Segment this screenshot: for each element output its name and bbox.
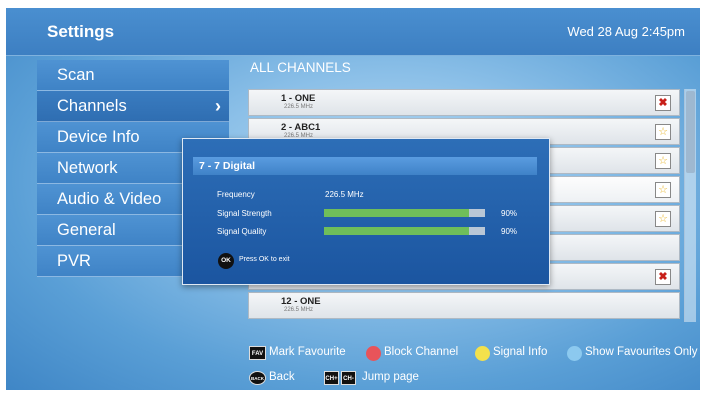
star-icon[interactable]: ☆ (655, 182, 671, 198)
date-time: Wed 28 Aug 2:45pm (567, 24, 685, 39)
sidebar-item-label: PVR (57, 252, 91, 270)
ok-button[interactable]: OK (218, 253, 234, 269)
block-channel-label: Block Channel (384, 346, 459, 358)
block-icon[interactable]: ✖ (655, 95, 671, 111)
back-label: Back (269, 371, 295, 383)
signal-strength-fill (324, 209, 469, 217)
ch-plus-key-icon: CH+ (324, 371, 339, 385)
blue-key-icon (567, 346, 582, 361)
red-key-icon (366, 346, 381, 361)
signal-strength-bar (324, 209, 485, 217)
page-title: Settings (47, 22, 115, 41)
star-icon[interactable]: ☆ (655, 211, 671, 227)
sidebar-item-label: Scan (57, 66, 95, 84)
star-icon[interactable]: ☆ (655, 124, 671, 140)
signal-strength-label: Signal Strength (217, 209, 272, 218)
signal-info-label: Signal Info (493, 346, 548, 358)
show-favourites-label: Show Favourites Only (585, 346, 698, 358)
chevron-right-icon: › (215, 96, 221, 116)
sidebar-item-channels[interactable]: Channels › (37, 91, 229, 122)
channel-frequency: 226.5 MHz (284, 307, 314, 313)
channel-row[interactable]: 1 - ONE 226.5 MHz ✖ (248, 89, 680, 116)
star-icon[interactable]: ☆ (655, 153, 671, 169)
dialog-title: 7 - 7 Digital (193, 157, 537, 175)
sidebar-item-scan[interactable]: Scan (37, 60, 229, 91)
signal-info-dialog: 7 - 7 Digital Frequency 226.5 MHz Signal… (182, 138, 550, 285)
frequency-value: 226.5 MHz (325, 190, 364, 199)
yellow-key-icon (475, 346, 490, 361)
signal-quality-bar (324, 227, 485, 235)
frequency-label: Frequency (217, 190, 255, 199)
sidebar-item-label: General (57, 221, 116, 239)
block-icon[interactable]: ✖ (655, 269, 671, 285)
sidebar-item-label: Audio & Video (57, 190, 162, 208)
back-key-icon: BACK (249, 371, 266, 385)
ok-hint: Press OK to exit (239, 256, 290, 263)
channel-frequency: 226.5 MHz (284, 104, 314, 110)
signal-strength-value: 90% (501, 209, 518, 218)
channel-name: 12 - ONE (281, 296, 321, 307)
signal-quality-label: Signal Quality (217, 227, 267, 236)
tv-screen: Settings Wed 28 Aug 2:45pm Scan Channels… (6, 8, 700, 390)
channel-row[interactable]: 12 - ONE 226.5 MHz (248, 292, 680, 319)
signal-quality-fill (324, 227, 469, 235)
sidebar-item-label: Network (57, 159, 118, 177)
fav-key-icon: FAV (249, 346, 266, 360)
scrollbar-thumb[interactable] (686, 91, 695, 173)
mark-favourite-label: Mark Favourite (269, 346, 346, 358)
channel-name: 2 - ABC1 (281, 122, 321, 133)
sidebar-item-label: Channels (57, 97, 127, 115)
top-bar: Settings Wed 28 Aug 2:45pm (6, 8, 700, 56)
sidebar-item-label: Device Info (57, 128, 140, 146)
ch-minus-key-icon: CH- (341, 371, 356, 385)
jump-page-label: Jump page (362, 371, 419, 383)
channel-list-scrollbar[interactable] (684, 89, 696, 322)
signal-quality-value: 90% (501, 227, 518, 236)
channel-list-title: ALL CHANNELS (250, 60, 351, 75)
channel-name: 1 - ONE (281, 93, 316, 104)
